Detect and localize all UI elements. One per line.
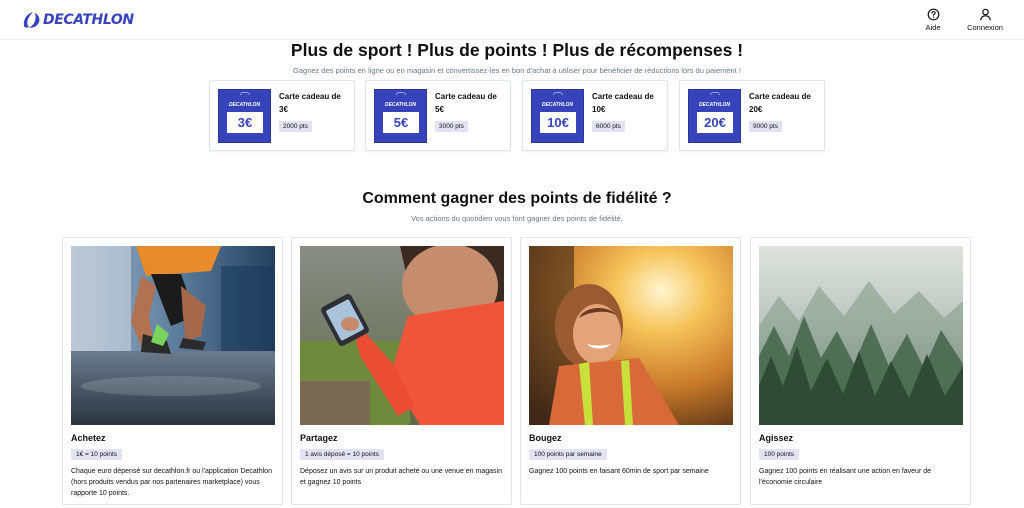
runner-tying-shoe-image xyxy=(71,246,275,425)
action-description: Chaque euro dépensé sur decathlon.fr ou … xyxy=(71,468,272,497)
gift-card-image: DECATHLON 20€ xyxy=(688,89,741,143)
site-header: DECATHLON Aide Connexion xyxy=(0,0,1024,40)
action-description: Gagnez 100 points en réalisant une actio… xyxy=(759,468,932,486)
action-badge: 100 points xyxy=(759,449,799,460)
gift-card-title: Carte cadeau de 10€ xyxy=(592,92,654,114)
action-card-agissez[interactable]: Agissez 100 points Gagnez 100 points en … xyxy=(750,237,971,505)
gift-card-image: DECATHLON 5€ xyxy=(374,89,427,143)
gift-card-title: Carte cadeau de 20€ xyxy=(749,92,811,114)
action-badge: 1€ = 10 points xyxy=(71,449,123,460)
gift-card-title: Carte cadeau de 3€ xyxy=(279,92,341,114)
action-badge: 1 avis déposé = 10 points xyxy=(300,449,384,460)
brand-name: DECATHLON xyxy=(43,12,134,28)
card-tab-icon xyxy=(240,92,250,95)
decathlon-logo-icon xyxy=(23,12,40,28)
login-button[interactable]: Connexion xyxy=(965,8,1005,32)
action-description: Gagnez 100 points en faisant 60min de sp… xyxy=(529,468,709,475)
gift-card-points: 3000 pts xyxy=(435,121,468,132)
gift-card-value: 10€ xyxy=(540,112,576,133)
user-icon xyxy=(979,8,991,21)
section-subtitle: Vos actions du quotidien vous font gagne… xyxy=(411,214,623,223)
decathlon-logo[interactable]: DECATHLON xyxy=(22,11,134,29)
smiling-runner-image xyxy=(529,246,733,425)
action-card-partagez[interactable]: Partagez 1 avis déposé = 10 points Dépos… xyxy=(291,237,512,505)
section-title: Comment gagner des points de fidélité ? xyxy=(362,190,672,207)
hero-subtitle: Gagnez des points en ligne ou en magasin… xyxy=(293,66,741,75)
question-circle-icon xyxy=(927,8,939,21)
action-badge: 100 points par semaine xyxy=(529,449,607,460)
gift-card-value: 3€ xyxy=(227,112,263,133)
gift-card[interactable]: DECATHLON 5€ Carte cadeau de 5€ 3000 pts xyxy=(365,80,511,151)
gift-card-brand: DECATHLON xyxy=(384,102,416,108)
help-label: Aide xyxy=(925,23,941,32)
gift-card-points: 2000 pts xyxy=(279,121,312,132)
action-title: Agissez xyxy=(759,433,794,443)
card-tab-icon xyxy=(396,92,406,95)
gift-card-brand: DECATHLON xyxy=(228,102,260,108)
help-button[interactable]: Aide xyxy=(921,8,945,32)
gift-card-value: 5€ xyxy=(383,112,419,133)
action-title: Achetez xyxy=(71,433,106,443)
action-description: Déposez un avis sur un produit acheté ou… xyxy=(300,468,502,486)
action-card-bougez[interactable]: Bougez 100 points par semaine Gagnez 100… xyxy=(520,237,741,505)
woman-phone-image xyxy=(300,246,504,425)
gift-card[interactable]: DECATHLON 10€ Carte cadeau de 10€ 6000 p… xyxy=(522,80,668,151)
gift-card[interactable]: DECATHLON 3€ Carte cadeau de 3€ 2000 pts xyxy=(209,80,355,151)
card-tab-icon xyxy=(553,92,563,95)
action-title: Partagez xyxy=(300,433,338,443)
gift-card-brand: DECATHLON xyxy=(698,102,730,108)
card-tab-icon xyxy=(710,92,720,95)
hero-title: Plus de sport ! Plus de points ! Plus de… xyxy=(290,40,744,60)
gift-card[interactable]: DECATHLON 20€ Carte cadeau de 20€ 9000 p… xyxy=(679,80,825,151)
action-card-achetez[interactable]: Achetez 1€ = 10 points Chaque euro dépen… xyxy=(62,237,283,505)
login-label: Connexion xyxy=(967,23,1003,32)
gift-card-image: DECATHLON 3€ xyxy=(218,89,271,143)
gift-card-brand: DECATHLON xyxy=(541,102,573,108)
gift-card-list: DECATHLON 3€ Carte cadeau de 3€ 2000 pts… xyxy=(209,80,825,152)
action-title: Bougez xyxy=(529,433,562,443)
gift-card-points: 6000 pts xyxy=(592,121,625,132)
gift-card-title: Carte cadeau de 5€ xyxy=(435,92,497,114)
gift-card-points: 9000 pts xyxy=(749,121,782,132)
gift-card-image: DECATHLON 10€ xyxy=(531,89,584,143)
misty-forest-image xyxy=(759,246,963,425)
gift-card-value: 20€ xyxy=(697,112,733,133)
